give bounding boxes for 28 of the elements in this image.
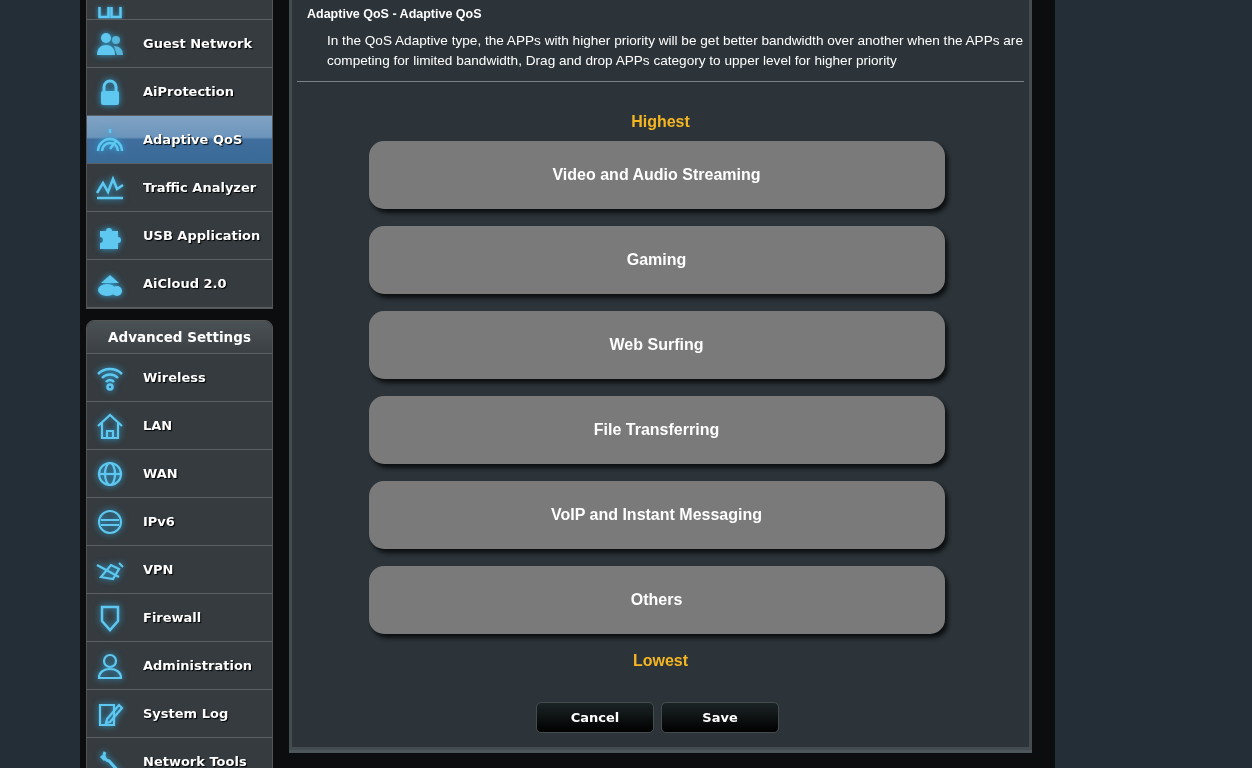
section-header: Advanced Settings [87,321,272,354]
description-text: In the QoS Adaptive type, the APPs with higher priority will be get better bandwidth over another when the APPs are competing for limited bandwidth, Drag and drop APPs category to upper level for higher priority [327,32,1024,70]
menu-item[interactable]: USB Application [87,212,272,260]
cancel-button[interactable]: Cancel [536,702,654,733]
menu-item[interactable]: IPv6 [87,498,272,546]
category-tile[interactable]: Web Surfing [368,311,945,379]
category-tile[interactable]: Gaming [368,226,945,294]
menu-item[interactable]: WAN [87,450,272,498]
category-tile[interactable]: Others [368,566,945,634]
category-tile[interactable]: Video and Audio Streaming [368,141,945,209]
menu-item[interactable]: Adaptive QoS [87,116,272,164]
priority-label: Lowest [631,652,690,670]
category-tile[interactable]: VoIP and Instant Messaging [368,481,945,549]
menu-item[interactable]: Network Tools [87,738,272,768]
menu-item[interactable]: System Log [87,690,272,738]
save-button[interactable]: Save [661,702,779,733]
menu-item[interactable]: Firewall [87,594,272,642]
menu-item[interactable]: Traffic Analyzer [87,164,272,212]
menu-item[interactable]: Administration [87,642,272,690]
map-icon [98,7,122,19]
panel-title: Adaptive QoS - Adaptive QoS [307,7,483,21]
menu-item[interactable]: LAN [87,402,272,450]
menu-item[interactable]: Guest Network [87,20,272,68]
priority-label: Highest [630,113,691,131]
category-tile[interactable]: File Transferring [368,396,945,464]
menu-item[interactable]: Wireless [87,354,272,402]
menu-item[interactable]: VPN [87,546,272,594]
menu-item[interactable]: AiCloud 2.0 [87,260,272,308]
